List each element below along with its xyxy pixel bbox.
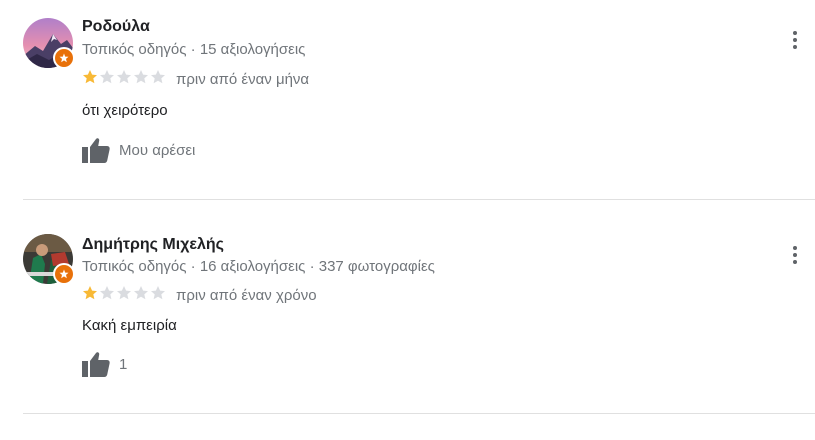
like-button[interactable]: Μου αρέσει xyxy=(82,137,195,163)
star-empty-icon xyxy=(100,70,114,84)
reviewer-avatar[interactable] xyxy=(23,18,75,69)
star-filled-icon xyxy=(83,286,97,300)
reviewer-meta[interactable]: Τοπικός οδηγός · 15 αξιολογήσεις xyxy=(82,41,305,58)
star-filled-icon xyxy=(83,70,97,84)
more-vert-dot xyxy=(793,38,797,42)
more-vert-dot xyxy=(793,253,797,257)
star-rating xyxy=(82,69,166,85)
review-divider xyxy=(23,413,815,414)
more-vert-icon xyxy=(793,246,797,250)
reviewer-avatar[interactable] xyxy=(23,234,75,285)
reviewer-meta[interactable]: Τοπικός οδηγός · 16 αξιολογήσεις · 337 φ… xyxy=(82,258,435,275)
like-label: Μου αρέσει xyxy=(119,141,196,159)
local-guide-badge-icon xyxy=(53,47,75,69)
reviewer-name[interactable]: Δημήτρης Μιχελής xyxy=(82,236,224,254)
local-guide-badge-icon xyxy=(53,263,75,285)
reviewer-name[interactable]: Ροδούλα xyxy=(82,18,150,36)
review-divider xyxy=(23,199,815,200)
more-options-button[interactable] xyxy=(785,243,805,267)
star-empty-icon xyxy=(134,286,148,300)
star-rating xyxy=(82,285,166,301)
like-button[interactable]: 1 xyxy=(82,351,127,377)
review-text: ότι χειρότερο xyxy=(82,102,168,119)
review-text: Κακή εμπειρία xyxy=(82,317,177,334)
thumbs-up-icon xyxy=(82,352,110,377)
like-count: 1 xyxy=(119,355,128,373)
star-empty-icon xyxy=(100,286,114,300)
more-vert-icon xyxy=(793,31,797,35)
star-empty-icon xyxy=(117,286,131,300)
review-time: πριν από έναν μήνα xyxy=(176,71,310,88)
thumbs-up-icon xyxy=(82,138,110,163)
star-empty-icon xyxy=(117,70,131,84)
more-vert-dot xyxy=(793,260,797,264)
more-vert-dot xyxy=(793,45,797,49)
review-time: πριν από έναν χρόνο xyxy=(176,287,317,304)
star-empty-icon xyxy=(151,286,165,300)
more-options-button[interactable] xyxy=(785,28,805,52)
star-empty-icon xyxy=(151,70,165,84)
star-empty-icon xyxy=(134,70,148,84)
